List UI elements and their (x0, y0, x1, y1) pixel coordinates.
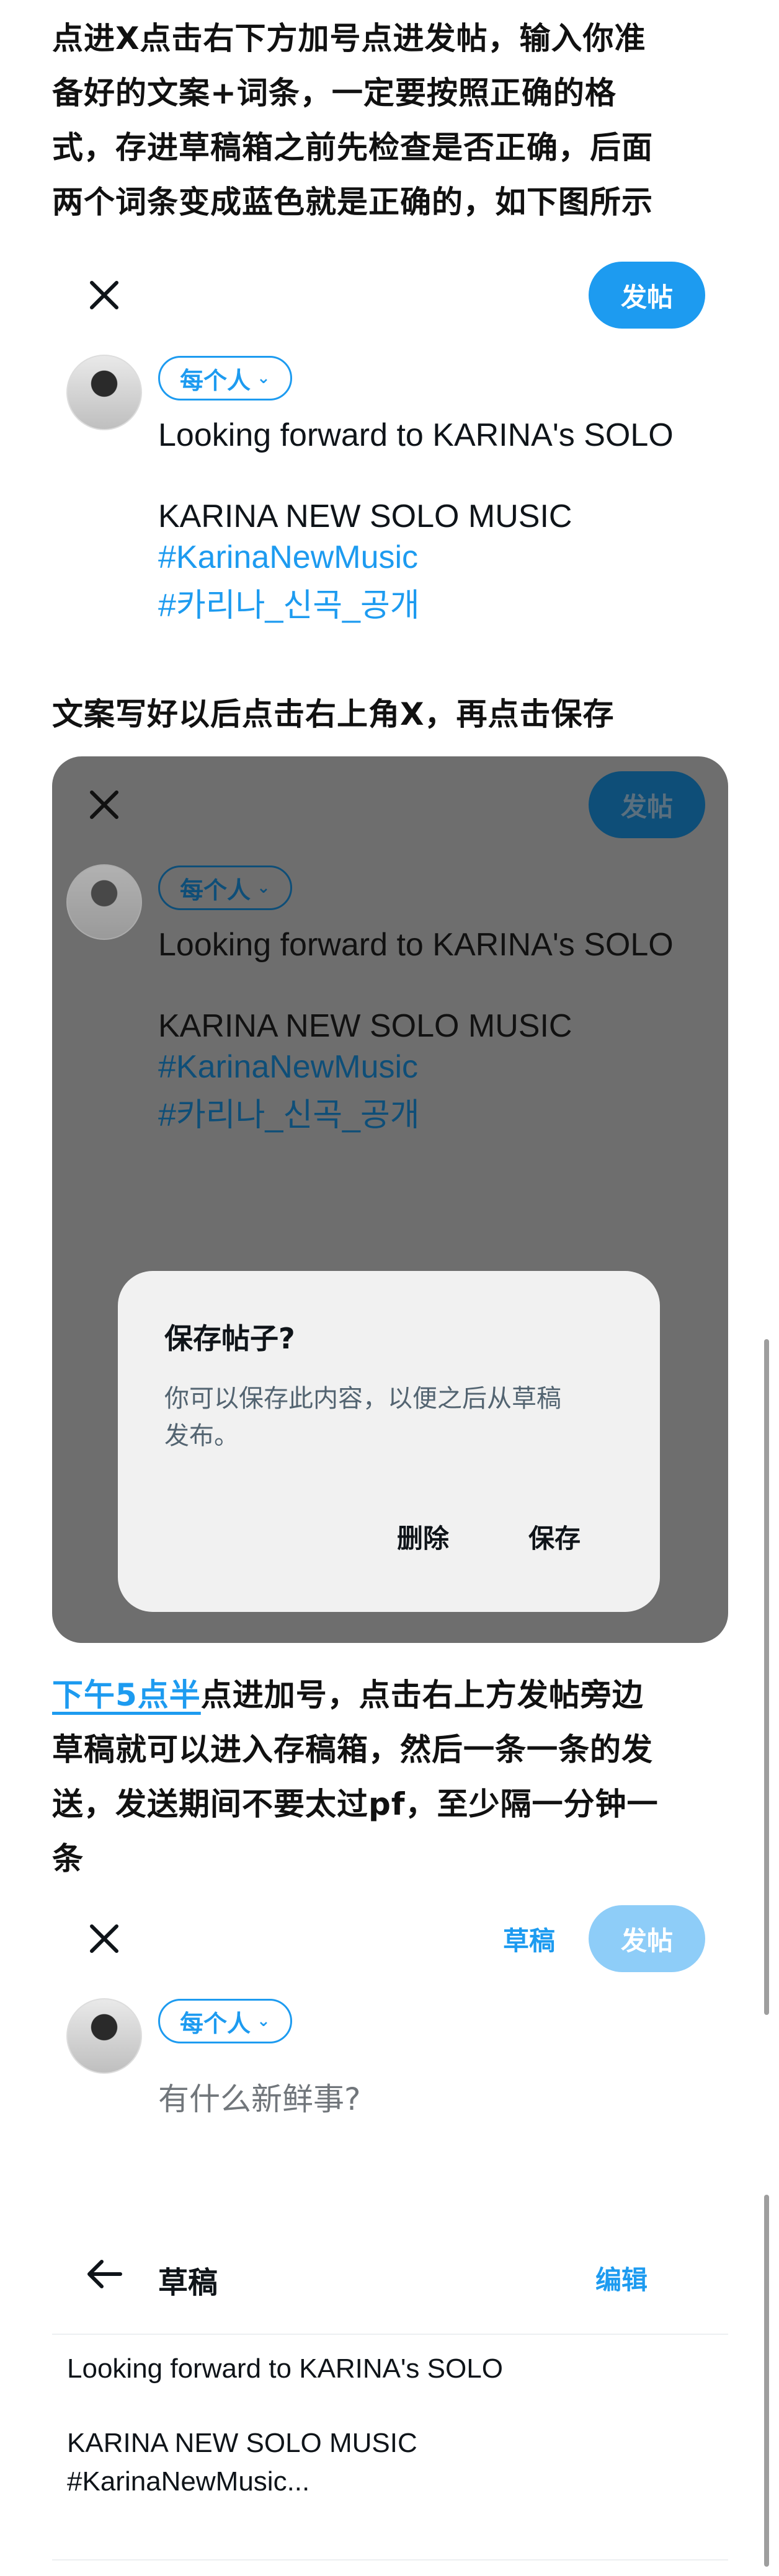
hashtag: #KarinaNewMusic (158, 1049, 419, 1085)
divider (52, 2334, 728, 2335)
audience-selector-dimmed: 每个人 ⌄ (158, 865, 292, 910)
close-icon[interactable] (82, 1917, 126, 1960)
save-button[interactable]: 保存 (528, 1518, 581, 1556)
tweet-text-line: KARINA NEW SOLO MUSIC (158, 498, 572, 534)
time-link[interactable]: 下午5点半 (52, 1677, 201, 1713)
draft-line: #KarinaNewMusic... (67, 2466, 310, 2497)
post-button-dimmed: 发帖 (589, 771, 705, 838)
instruction-line: 点进加号，点击右上方发帖旁边 (200, 1677, 644, 1713)
close-icon[interactable] (82, 273, 126, 317)
compose-input[interactable]: 有什么新鲜事? (158, 2074, 361, 2119)
instruction-paragraph-3: 下午5点半点进加号，点击右上方发帖旁边 草稿就可以进入存稿箱，然后一条一条的发 … (52, 1668, 732, 1886)
audience-label: 每个人 (180, 2009, 251, 2037)
dialog-title: 保存帖子? (164, 1322, 295, 1355)
instruction-paragraph-1: 点进X点击右下方加号点进发帖，输入你准 备好的文案+词条，一定要按照正确的格 式… (52, 11, 732, 229)
dialog-body: 你可以保存此内容，以便之后从草稿 发布。 (164, 1380, 561, 1454)
avatar (66, 1998, 142, 2074)
hashtag: #KarinaNewMusic (158, 539, 419, 575)
post-button[interactable]: 发帖 (589, 262, 705, 329)
close-icon[interactable] (82, 783, 126, 826)
back-arrow-icon[interactable] (82, 2252, 126, 2296)
instruction-line: 备好的文案+词条，一定要按照正确的格 (52, 75, 617, 111)
draft-item[interactable]: Looking forward to KARINA's SOLO KARINA … (67, 2350, 718, 2501)
chevron-down-icon: ⌄ (257, 879, 270, 897)
tweet-text-line: KARINA NEW SOLO MUSIC (158, 1008, 572, 1044)
instruction-paragraph-2: 文案写好以后点击右上角X，再点击保存 (52, 696, 615, 732)
audience-selector[interactable]: 每个人 ⌄ (158, 1999, 292, 2043)
instruction-line: 式，存进草稿箱之前先检查是否正确，后面 (52, 130, 653, 166)
scrollbar[interactable] (764, 1339, 769, 2015)
post-button-disabled: 发帖 (589, 1905, 705, 1972)
instruction-line: 草稿就可以进入存稿箱，然后一条一条的发 (52, 1732, 653, 1768)
chevron-down-icon: ⌄ (257, 369, 270, 387)
drafts-link[interactable]: 草稿 (503, 1920, 555, 1958)
drafts-title: 草稿 (158, 2265, 218, 2300)
tweet-text-line: Looking forward to KARINA's SOLO (158, 417, 674, 453)
edit-button[interactable]: 编辑 (595, 2259, 648, 2297)
draft-line: KARINA NEW SOLO MUSIC (67, 2428, 417, 2458)
audience-label: 每个人 (180, 366, 251, 394)
delete-button[interactable]: 删除 (397, 1518, 449, 1556)
divider (52, 2559, 728, 2561)
instruction-line: 条 (52, 1841, 84, 1877)
audience-selector[interactable]: 每个人 ⌄ (158, 356, 292, 401)
audience-label: 每个人 (180, 876, 251, 904)
instruction-line: 点进X点击右下方加号点进发帖，输入你准 (52, 20, 646, 56)
hashtag: #카리나_신곡_공개 (158, 588, 420, 624)
hashtag: #카리나_신곡_공개 (158, 1097, 420, 1133)
dialog-body-line: 你可以保存此内容，以便之后从草稿 (164, 1384, 561, 1413)
instruction-line: 两个词条变成蓝色就是正确的，如下图所示 (52, 184, 653, 220)
instruction-line: 送，发送期间不要太过pf，至少隔一分钟一 (52, 1786, 659, 1822)
scrollbar[interactable] (764, 2195, 769, 2567)
dialog-body-line: 发布。 (164, 1422, 239, 1450)
tweet-text-line: Looking forward to KARINA's SOLO (158, 927, 674, 963)
avatar (66, 864, 142, 940)
avatar (66, 355, 142, 430)
chevron-down-icon: ⌄ (257, 2012, 270, 2030)
draft-line: Looking forward to KARINA's SOLO (67, 2353, 503, 2384)
